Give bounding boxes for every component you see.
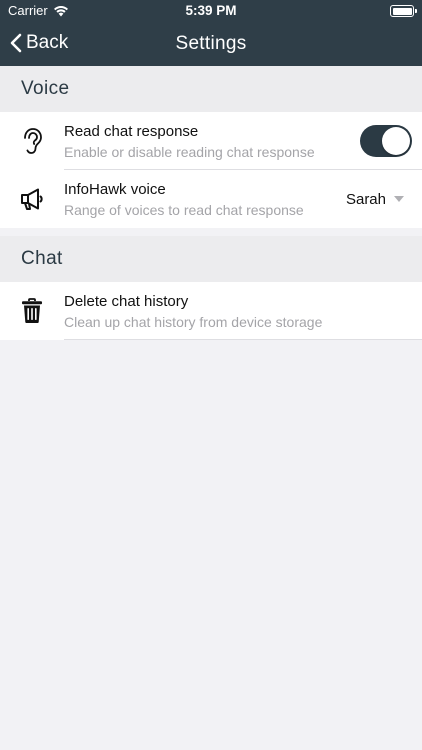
page-title: Settings (175, 33, 247, 54)
infohawk-voice-row[interactable]: InfoHawk voice Range of voices to read c… (0, 170, 422, 228)
row-subtitle: Range of voices to read chat response (64, 201, 304, 218)
read-chat-toggle[interactable] (360, 125, 412, 157)
voice-select[interactable]: Sarah (346, 191, 404, 208)
delete-chat-history-row[interactable]: Delete chat history Clean up chat histor… (0, 282, 422, 340)
divider (64, 339, 422, 340)
section-title: Chat (21, 248, 63, 269)
status-time: 5:39 PM (185, 3, 237, 18)
voice-select-value: Sarah (345, 190, 386, 208)
row-title: InfoHawk voice (64, 180, 166, 198)
trash-icon (0, 298, 64, 324)
row-title: Delete chat history (64, 292, 189, 310)
section-title: Voice (21, 78, 70, 99)
section-header-voice: Voice (0, 66, 422, 112)
top-bar: Carrier 5:39 PM Back Settings (0, 0, 422, 66)
megaphone-icon (0, 187, 64, 211)
status-bar: Carrier 5:39 PM (0, 0, 422, 22)
caret-down-icon (394, 196, 404, 202)
row-subtitle: Enable or disable reading chat response (64, 143, 315, 160)
nav-bar: Back Settings (0, 22, 422, 66)
row-title: Read chat response (64, 122, 199, 140)
row-subtitle: Clean up chat history from device storag… (64, 313, 323, 330)
read-chat-response-row[interactable]: Read chat response Enable or disable rea… (0, 112, 422, 170)
ear-icon (0, 127, 64, 155)
toggle-knob (382, 127, 410, 155)
section-header-chat: Chat (0, 236, 422, 282)
battery-icon (390, 5, 417, 17)
